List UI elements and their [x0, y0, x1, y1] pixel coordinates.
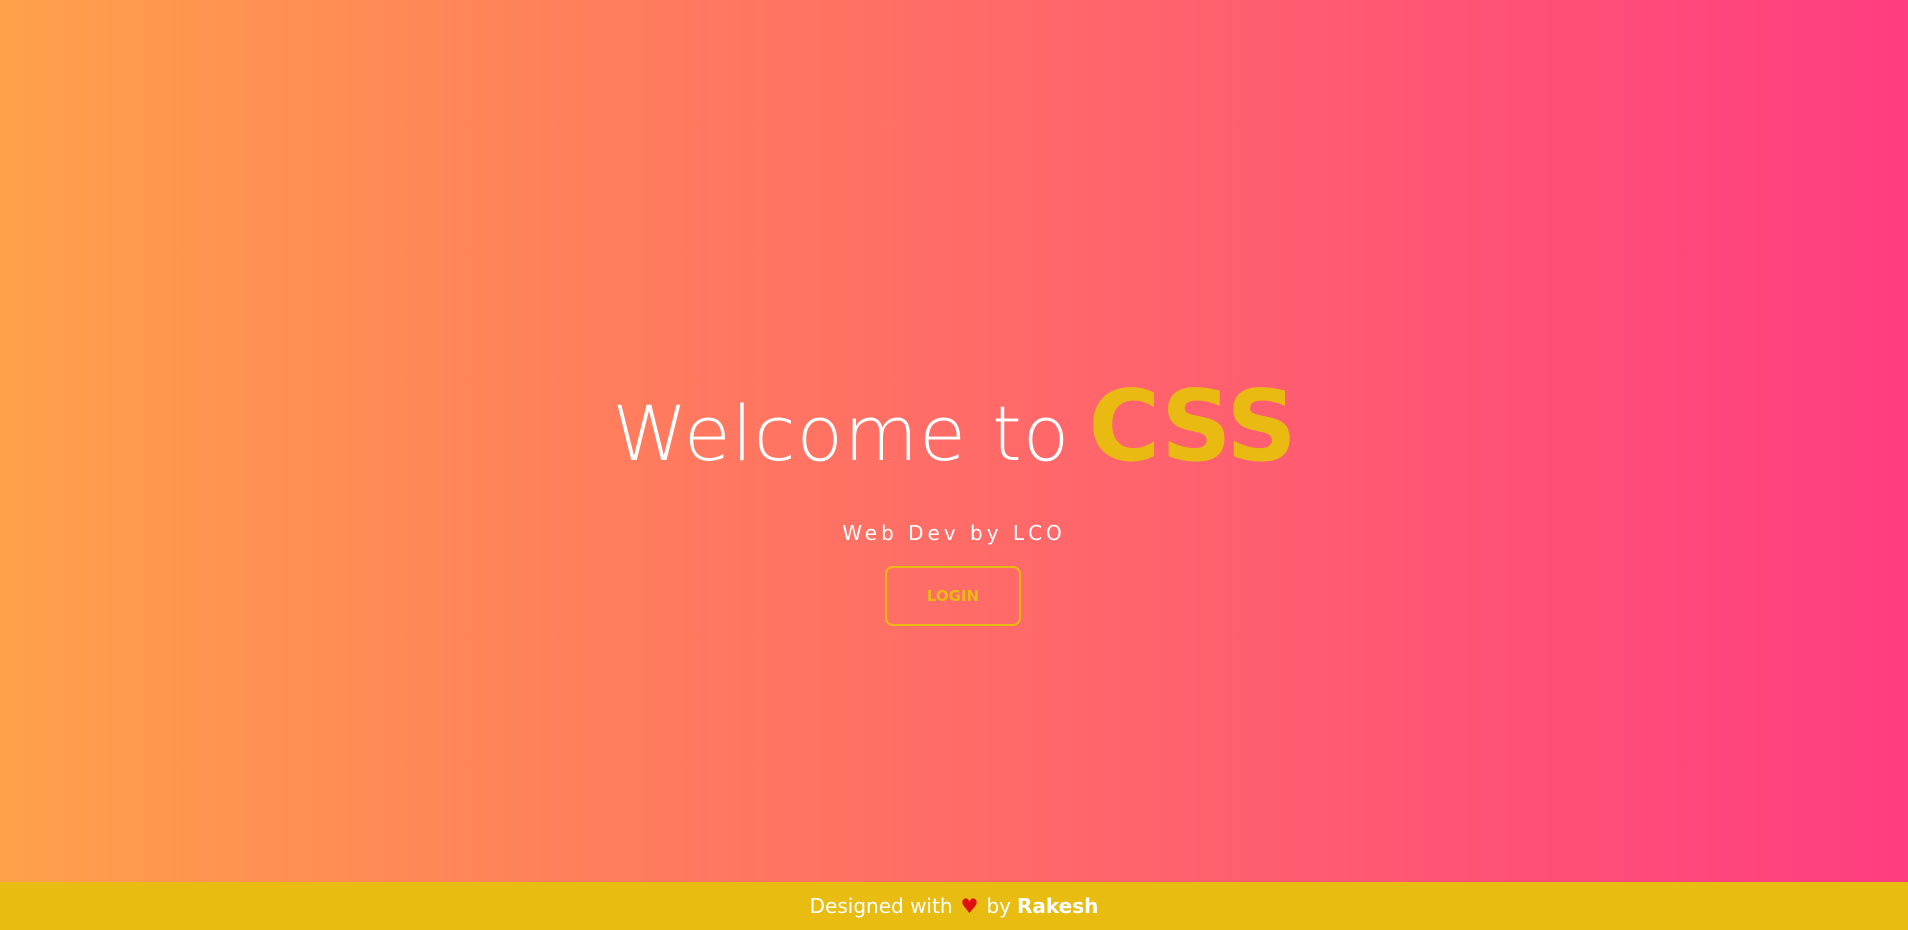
hero-section: Welcome to CSS Web Dev by LCO LOGIN: [0, 0, 1908, 882]
title-accent: CSS: [1088, 370, 1296, 484]
login-button[interactable]: LOGIN: [885, 566, 1021, 626]
subtitle: Web Dev by LCO: [842, 521, 1066, 545]
title-prefix: Welcome to: [612, 389, 1071, 478]
footer-text-by: by: [986, 894, 1011, 918]
page-title: Welcome to CSS: [0, 378, 1908, 476]
heart-icon: ♥: [960, 894, 979, 918]
footer-text-before: Designed with: [809, 894, 953, 918]
footer-author: Rakesh: [1016, 894, 1099, 918]
footer: Designed with ♥ by Rakesh: [0, 882, 1908, 930]
